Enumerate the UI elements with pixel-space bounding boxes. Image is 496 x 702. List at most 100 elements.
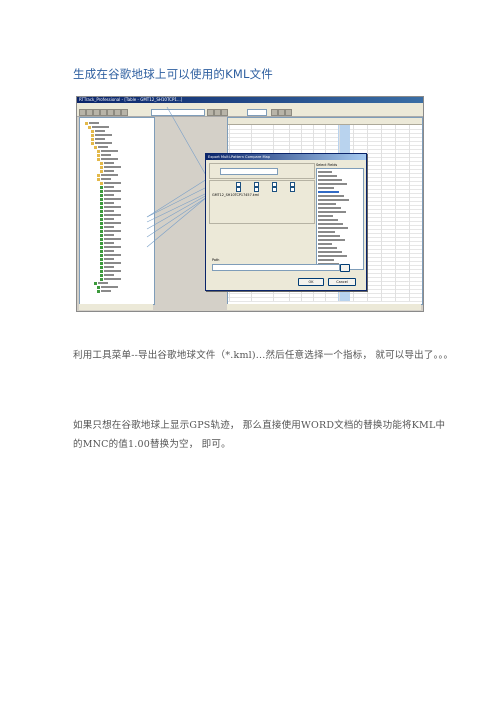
field-list-item-label [318, 191, 339, 193]
tree-node-label [104, 262, 121, 264]
toolbar [77, 108, 423, 117]
table-cell [338, 297, 340, 301]
embedded-software-screenshot: RTTrack_Professional - [Table - GMT12_SH… [76, 96, 424, 312]
field-list-item-label [318, 247, 337, 249]
tree-node-label [104, 214, 121, 216]
toolbar-button [207, 109, 214, 116]
field-list-item-label [318, 175, 337, 177]
tree-node-label [104, 278, 121, 280]
table-cell [312, 297, 314, 301]
tree-node-label [104, 234, 114, 236]
toolbar-button [100, 109, 107, 116]
tree-node-label [104, 242, 114, 244]
table-cell [288, 297, 290, 301]
field-list-item-label [318, 239, 345, 241]
browse-button [340, 264, 350, 272]
tree-node-label [101, 150, 118, 152]
field-list-item-label [318, 255, 347, 257]
tree-node-label [104, 162, 114, 164]
table-cell [300, 297, 302, 301]
tree-node-label [104, 270, 121, 272]
field-list-item-label [318, 243, 332, 245]
field-list-item-label [318, 199, 349, 201]
toolbar-button [221, 109, 228, 116]
page-title: 生成在谷歌地球上可以使用的KML文件 [73, 67, 273, 81]
tree-node-label [104, 218, 114, 220]
tree-node-label [104, 254, 121, 256]
toolbar-button [121, 109, 128, 116]
export-kml-dialog: Export Multi-Pattern Compare Map GMT12_S… [205, 153, 367, 291]
tree-node-label [95, 130, 105, 132]
field-checkbox [236, 187, 241, 192]
tree-node-label [98, 282, 108, 284]
tree-node-label [104, 246, 121, 248]
field-list-item-label [318, 179, 342, 181]
tree-node-label [104, 266, 114, 268]
tree-node-label [95, 138, 105, 140]
toolbar-button [278, 109, 285, 116]
table-cell [352, 297, 354, 301]
cancel-button: Cancel [328, 278, 356, 286]
table-selector-combo [151, 109, 205, 116]
field-list-item-label [318, 187, 334, 189]
select-fields-label: Select Fields [316, 163, 338, 167]
field-list-item-label [318, 231, 335, 233]
toolbar-button [93, 109, 100, 116]
tree-node-label [101, 178, 111, 180]
field-list-item-label [318, 195, 344, 197]
toolbar-button [285, 109, 292, 116]
tree-node-label [98, 146, 108, 148]
tree-node-label [104, 258, 114, 260]
toolbar-button [86, 109, 93, 116]
tree-node-label [89, 122, 99, 124]
tree-node-label [92, 126, 109, 128]
method-combo [220, 168, 278, 175]
tree-node-label [101, 158, 118, 160]
tree-node-label [104, 238, 121, 240]
field-list-item-label [318, 171, 332, 173]
table-cell [394, 297, 396, 301]
tree-node-label [104, 190, 121, 192]
tree-node-label [101, 174, 118, 176]
tree-node-label [104, 222, 121, 224]
tree-node-label [104, 166, 121, 168]
tree-node-label [104, 194, 114, 196]
tree-node-label [101, 286, 118, 288]
tree-node-label [104, 250, 114, 252]
ok-button: OK [298, 278, 324, 286]
paragraph-gps-track-line1: 如果只想在谷歌地球上显示GPS轨迹， 那么直接使用WORD文档的替换功能将KML… [73, 420, 446, 431]
field-list-item-label [318, 215, 333, 217]
field-group [209, 180, 315, 224]
table-cell [250, 297, 252, 301]
field-list-item-label [318, 259, 334, 261]
project-tree-pane [79, 117, 155, 305]
field-list-item-label [318, 219, 338, 221]
tree-node-label [101, 154, 111, 156]
field-list-item-label [318, 223, 343, 225]
speed-combo [247, 109, 267, 116]
parameter-icon [97, 289, 100, 293]
path-field [212, 264, 340, 271]
toolbar-button [271, 109, 278, 116]
paragraph-export-instructions: 利用工具菜单--导出谷歌地球文件（*.kml)...然后任意选择一个指标， 就可… [73, 350, 454, 361]
field-checkbox [290, 187, 295, 192]
tree-node-label [104, 170, 114, 172]
tree-node-label [104, 206, 121, 208]
tree-node-label [104, 186, 114, 188]
path-label: Path [212, 258, 220, 262]
toolbar-button [214, 109, 221, 116]
file-name-label: GMT12_SH10TCP17457.kml [212, 193, 260, 197]
table-cell [228, 297, 230, 301]
table-cell [324, 297, 326, 301]
tree-node [97, 289, 111, 293]
bottom-tabs [227, 304, 421, 310]
field-list-item-label [318, 207, 341, 209]
field-list-item-label [318, 227, 348, 229]
select-fields-list [316, 168, 364, 270]
table-cell [366, 297, 368, 301]
field-list-item-label [318, 183, 347, 185]
table-cell [380, 297, 382, 301]
field-list-item-label [318, 251, 342, 253]
project-tabs [79, 304, 153, 310]
tree-node-label [104, 230, 121, 232]
